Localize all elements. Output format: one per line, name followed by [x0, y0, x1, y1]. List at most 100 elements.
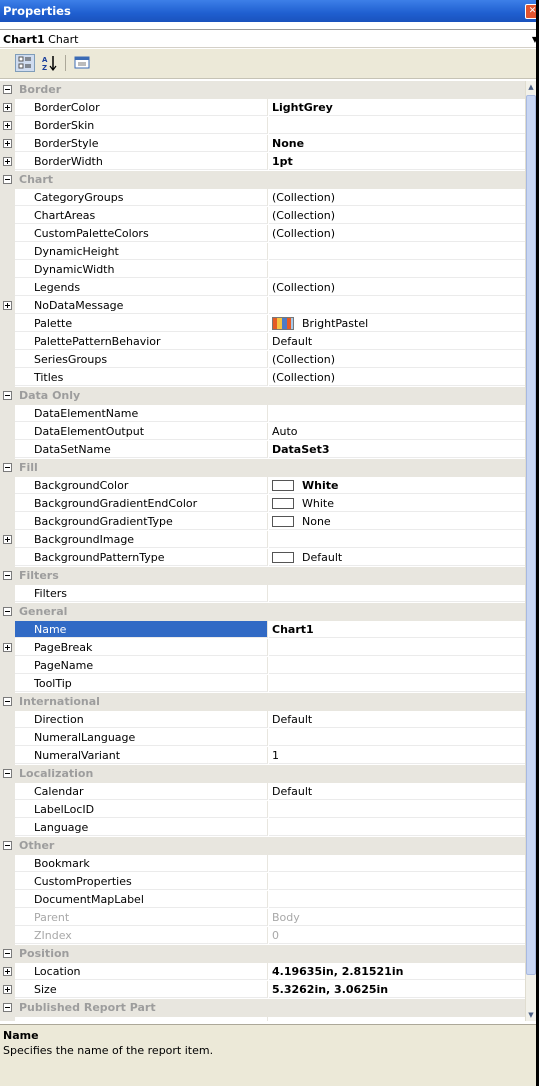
property-name[interactable]: BackgroundImage: [15, 531, 268, 548]
category-border[interactable]: Border: [0, 81, 525, 99]
property-name[interactable]: Legends: [15, 279, 268, 296]
property-name[interactable]: ComponentDescription: [15, 1017, 268, 1021]
property-value[interactable]: Default: [269, 711, 525, 728]
property-row-backgroundcolor[interactable]: BackgroundColor White: [0, 477, 525, 495]
property-value[interactable]: [269, 801, 525, 818]
property-row-borderwidth[interactable]: BorderWidth 1pt: [0, 153, 525, 171]
property-value[interactable]: 4.19635in, 2.81521in: [269, 963, 525, 980]
alphabetical-icon[interactable]: A Z: [40, 54, 60, 72]
property-row-numeralvariant[interactable]: NumeralVariant 1: [0, 747, 525, 765]
vertical-scrollbar[interactable]: ▲ ▼: [525, 81, 536, 1021]
category-chart[interactable]: Chart: [0, 171, 525, 189]
property-row-calendar[interactable]: Calendar Default: [0, 783, 525, 801]
expand-icon[interactable]: [0, 981, 15, 999]
collapse-icon[interactable]: [0, 945, 15, 963]
property-row-pagename[interactable]: PageName: [0, 657, 525, 675]
chevron-down-icon[interactable]: ▼: [532, 30, 536, 49]
property-name[interactable]: PalettePatternBehavior: [15, 333, 268, 350]
property-value[interactable]: None: [269, 513, 525, 530]
property-value[interactable]: 0: [269, 927, 525, 944]
property-name[interactable]: DataElementName: [15, 405, 268, 422]
property-value[interactable]: (Collection): [269, 369, 525, 386]
category-fill[interactable]: Fill: [0, 459, 525, 477]
property-name[interactable]: ZIndex: [15, 927, 268, 944]
property-value[interactable]: Auto: [269, 423, 525, 440]
property-row-customproperties[interactable]: CustomProperties: [0, 873, 525, 891]
property-row-location[interactable]: Location 4.19635in, 2.81521in: [0, 963, 525, 981]
property-name[interactable]: CustomPaletteColors: [15, 225, 268, 242]
property-value[interactable]: Body: [269, 909, 525, 926]
property-value[interactable]: 1: [269, 747, 525, 764]
property-name[interactable]: BorderSkin: [15, 117, 268, 134]
property-name[interactable]: PageName: [15, 657, 268, 674]
category-published-report-part[interactable]: Published Report Part: [0, 999, 525, 1017]
close-icon[interactable]: ✕: [525, 4, 536, 19]
property-value[interactable]: Chart1: [269, 621, 525, 638]
property-name[interactable]: ChartAreas: [15, 207, 268, 224]
property-row-bordercolor[interactable]: BorderColor LightGrey: [0, 99, 525, 117]
property-row-dataelementname[interactable]: DataElementName: [0, 405, 525, 423]
expand-icon[interactable]: [0, 297, 15, 315]
property-value[interactable]: None: [269, 135, 525, 152]
scroll-up-icon[interactable]: ▲: [526, 81, 536, 93]
property-name[interactable]: Parent: [15, 909, 268, 926]
property-value[interactable]: (Collection): [269, 207, 525, 224]
property-row-backgroundimage[interactable]: BackgroundImage: [0, 531, 525, 549]
property-name[interactable]: NumeralVariant: [15, 747, 268, 764]
property-name[interactable]: BackgroundGradientType: [15, 513, 268, 530]
expand-icon[interactable]: [0, 117, 15, 135]
property-name[interactable]: Language: [15, 819, 268, 836]
property-row-direction[interactable]: Direction Default: [0, 711, 525, 729]
category-data-only[interactable]: Data Only: [0, 387, 525, 405]
property-value[interactable]: [269, 675, 525, 692]
property-name[interactable]: NoDataMessage: [15, 297, 268, 314]
property-value[interactable]: [269, 261, 525, 278]
property-row-dynamicheight[interactable]: DynamicHeight: [0, 243, 525, 261]
property-row-palettepatternbehavior[interactable]: PalettePatternBehavior Default: [0, 333, 525, 351]
property-row-custompalettecolors[interactable]: CustomPaletteColors (Collection): [0, 225, 525, 243]
property-value[interactable]: White: [269, 495, 525, 512]
property-name[interactable]: Calendar: [15, 783, 268, 800]
property-row-borderskin[interactable]: BorderSkin: [0, 117, 525, 135]
property-row-language[interactable]: Language: [0, 819, 525, 837]
property-value[interactable]: Default: [269, 333, 525, 350]
property-value[interactable]: 1pt: [269, 153, 525, 170]
property-name[interactable]: Name: [15, 621, 268, 638]
property-value[interactable]: [269, 855, 525, 872]
property-name[interactable]: BackgroundGradientEndColor: [15, 495, 268, 512]
property-value[interactable]: [269, 405, 525, 422]
property-value[interactable]: (Collection): [269, 279, 525, 296]
property-value[interactable]: [269, 1017, 525, 1021]
category-position[interactable]: Position: [0, 945, 525, 963]
property-row-numerallanguage[interactable]: NumeralLanguage: [0, 729, 525, 747]
property-name[interactable]: BackgroundColor: [15, 477, 268, 494]
property-value[interactable]: Default: [269, 783, 525, 800]
property-name[interactable]: BorderWidth: [15, 153, 268, 170]
property-name[interactable]: Palette: [15, 315, 268, 332]
collapse-icon[interactable]: [0, 837, 15, 855]
property-value[interactable]: BrightPastel: [269, 315, 525, 332]
property-value[interactable]: [269, 531, 525, 548]
property-name[interactable]: Bookmark: [15, 855, 268, 872]
property-name[interactable]: Titles: [15, 369, 268, 386]
collapse-icon[interactable]: [0, 765, 15, 783]
collapse-icon[interactable]: [0, 999, 15, 1017]
collapse-icon[interactable]: [0, 171, 15, 189]
property-value[interactable]: White: [269, 477, 525, 494]
property-row-backgroundgradienttype[interactable]: BackgroundGradientType None: [0, 513, 525, 531]
property-name[interactable]: BorderColor: [15, 99, 268, 116]
categorized-icon[interactable]: [15, 54, 35, 72]
property-row-backgroundpatterntype[interactable]: BackgroundPatternType Default: [0, 549, 525, 567]
property-name[interactable]: CustomProperties: [15, 873, 268, 890]
property-value[interactable]: [269, 117, 525, 134]
property-name[interactable]: NumeralLanguage: [15, 729, 268, 746]
property-name[interactable]: SeriesGroups: [15, 351, 268, 368]
property-row-categorygroups[interactable]: CategoryGroups (Collection): [0, 189, 525, 207]
property-name[interactable]: DocumentMapLabel: [15, 891, 268, 908]
property-value[interactable]: [269, 729, 525, 746]
property-name[interactable]: Size: [15, 981, 268, 998]
property-row-palette[interactable]: Palette BrightPastel: [0, 315, 525, 333]
property-row-labellocid[interactable]: LabelLocID: [0, 801, 525, 819]
property-name[interactable]: DynamicWidth: [15, 261, 268, 278]
property-value[interactable]: DataSet3: [269, 441, 525, 458]
